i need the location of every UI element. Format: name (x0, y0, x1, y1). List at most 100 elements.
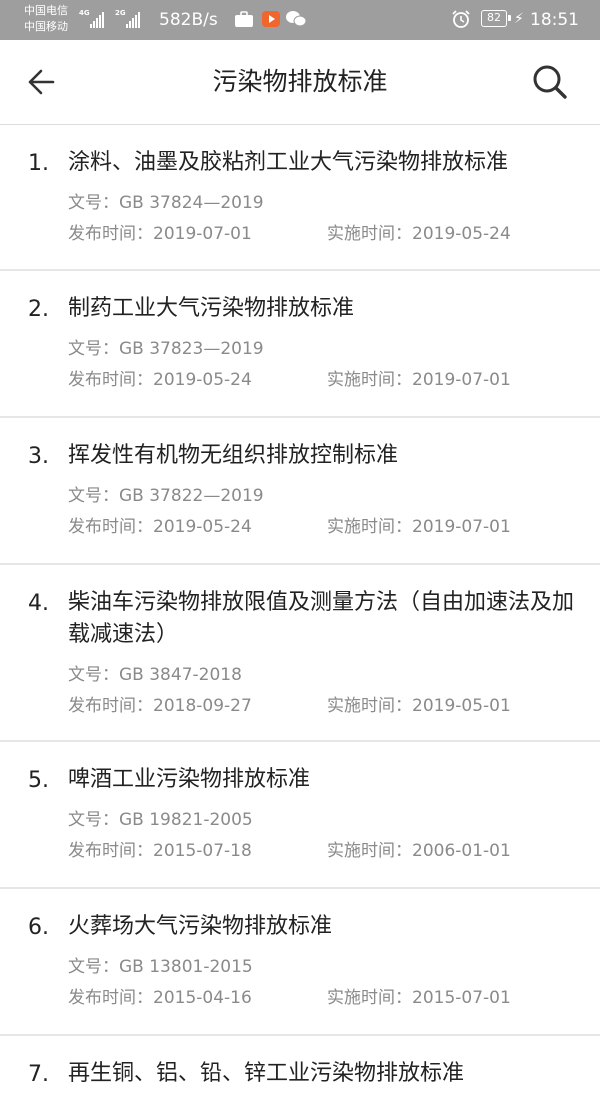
list-item[interactable]: 5. 啤酒工业污染物排放标准 文号：GB 19821-2005 发布时间：201… (0, 742, 600, 889)
item-number: 5. (28, 768, 49, 793)
implement-label: 实施时间： (327, 696, 412, 716)
standards-list: 1. 涂料、油墨及胶粘剂工业大气污染物排放标准 文号：GB 37824—2019… (0, 125, 600, 1096)
implement-label: 实施时间： (327, 988, 412, 1008)
implement-value: 2019-05-01 (412, 696, 511, 716)
item-title: 啤酒工业污染物排放标准 (68, 767, 311, 792)
video-app-icon (262, 11, 280, 27)
item-title: 挥发性有机物无组织排放控制标准 (68, 443, 399, 468)
item-title: 火葬场大气污染物排放标准 (68, 914, 333, 939)
item-title: 柴油车污染物排放限值及测量方法（自由加速法及加载减速法） (68, 590, 575, 647)
publish-date: 发布时间：2019-05-24 (68, 367, 252, 393)
implement-date: 实施时间：2019-07-01 (327, 514, 511, 540)
doc-no-label: 文号： (68, 665, 119, 685)
doc-no-label: 文号： (68, 957, 119, 977)
item-dates: 发布时间：2015-07-18 实施时间：2006-01-01 (68, 838, 600, 864)
network-type-2: 2G (115, 9, 126, 17)
carrier-names: 中国电信 中国移动 (24, 3, 68, 35)
item-dates: 发布时间：2019-07-01 实施时间：2019-05-24 (68, 221, 600, 247)
wechat-icon (286, 11, 307, 27)
signal-icon (90, 12, 104, 28)
publish-date: 发布时间：2019-07-01 (68, 221, 252, 247)
doc-no-value: GB 37823—2019 (119, 339, 264, 359)
implement-label: 实施时间： (327, 841, 412, 861)
doc-no-label: 文号： (68, 193, 119, 213)
publish-label: 发布时间： (68, 696, 153, 716)
implement-value: 2019-07-01 (412, 370, 511, 390)
doc-no-value: GB 19821-2005 (119, 810, 253, 830)
app-header: 污染物排放标准 (0, 40, 600, 125)
publish-date: 发布时间：2015-07-18 (68, 838, 252, 864)
implement-label: 实施时间： (327, 224, 412, 244)
item-title: 再生铜、铝、铅、锌工业污染物排放标准 (68, 1061, 465, 1086)
signal-icon (126, 12, 140, 28)
page-title: 污染物排放标准 (212, 67, 388, 96)
item-number: 7. (28, 1062, 49, 1087)
search-icon (533, 65, 567, 99)
item-doc-number: 文号：GB 13801-2015 (68, 954, 600, 980)
item-dates: 发布时间：2015-04-16 实施时间：2015-07-01 (68, 985, 600, 1011)
carrier-1: 中国电信 (24, 4, 68, 17)
publish-label: 发布时间： (68, 224, 153, 244)
doc-no-value: GB 13801-2015 (119, 957, 253, 977)
briefcase-icon (235, 11, 253, 27)
status-bar: 中国电信 中国移动 4G 2G 582B/s 82 ⚡ 18:51 (0, 0, 600, 40)
item-number: 4. (28, 591, 49, 616)
publish-label: 发布时间： (68, 988, 153, 1008)
item-doc-number: 文号：GB 37823—2019 (68, 336, 600, 362)
list-item[interactable]: 4. 柴油车污染物排放限值及测量方法（自由加速法及加载减速法） 文号：GB 38… (0, 565, 600, 742)
implement-value: 2015-07-01 (412, 988, 511, 1008)
publish-value: 2019-05-24 (153, 370, 252, 390)
doc-no-value: GB 3847-2018 (119, 665, 242, 685)
item-number: 3. (28, 444, 49, 469)
doc-no-label: 文号： (68, 339, 119, 359)
status-time: 18:51 (530, 10, 579, 30)
battery-icon: 82 (481, 10, 511, 27)
item-doc-number: 文号：GB 3847-2018 (68, 662, 600, 688)
publish-value: 2015-07-18 (153, 841, 252, 861)
list-item[interactable]: 2. 制药工业大气污染物排放标准 文号：GB 37823—2019 发布时间：2… (0, 271, 600, 418)
doc-no-label: 文号： (68, 486, 119, 506)
implement-date: 实施时间：2015-07-01 (327, 985, 511, 1011)
alarm-icon (452, 10, 470, 28)
item-title: 涂料、油墨及胶粘剂工业大气污染物排放标准 (68, 150, 509, 175)
implement-value: 2019-05-24 (412, 224, 511, 244)
item-number: 6. (28, 915, 49, 940)
implement-date: 实施时间：2019-05-01 (327, 693, 511, 719)
network-type-1: 4G (79, 9, 90, 17)
publish-value: 2019-05-24 (153, 517, 252, 537)
implement-date: 实施时间：2006-01-01 (327, 838, 511, 864)
list-item[interactable]: 7. 再生铜、铝、铅、锌工业污染物排放标准 (0, 1036, 600, 1096)
publish-label: 发布时间： (68, 370, 153, 390)
item-doc-number: 文号：GB 37824—2019 (68, 190, 600, 216)
publish-label: 发布时间： (68, 517, 153, 537)
network-speed: 582B/s (159, 10, 218, 30)
publish-value: 2018-09-27 (153, 696, 252, 716)
item-number: 2. (28, 297, 49, 322)
implement-value: 2006-01-01 (412, 841, 511, 861)
doc-no-value: GB 37824—2019 (119, 193, 264, 213)
item-dates: 发布时间：2019-05-24 实施时间：2019-07-01 (68, 367, 600, 393)
item-dates: 发布时间：2018-09-27 实施时间：2019-05-01 (68, 693, 600, 719)
list-item[interactable]: 1. 涂料、油墨及胶粘剂工业大气污染物排放标准 文号：GB 37824—2019… (0, 125, 600, 271)
implement-label: 实施时间： (327, 517, 412, 537)
implement-date: 实施时间：2019-07-01 (327, 367, 511, 393)
doc-no-value: GB 37822—2019 (119, 486, 264, 506)
item-title: 制药工业大气污染物排放标准 (68, 296, 355, 321)
charging-icon: ⚡ (514, 11, 524, 27)
doc-no-label: 文号： (68, 810, 119, 830)
publish-date: 发布时间：2018-09-27 (68, 693, 252, 719)
item-number: 1. (28, 151, 49, 176)
publish-date: 发布时间：2015-04-16 (68, 985, 252, 1011)
item-dates: 发布时间：2019-05-24 实施时间：2019-07-01 (68, 514, 600, 540)
item-doc-number: 文号：GB 37822—2019 (68, 483, 600, 509)
implement-value: 2019-07-01 (412, 517, 511, 537)
publish-value: 2015-04-16 (153, 988, 252, 1008)
publish-value: 2019-07-01 (153, 224, 252, 244)
carrier-2: 中国移动 (24, 20, 68, 33)
publish-date: 发布时间：2019-05-24 (68, 514, 252, 540)
list-item[interactable]: 6. 火葬场大气污染物排放标准 文号：GB 13801-2015 发布时间：20… (0, 889, 600, 1036)
search-button[interactable] (528, 60, 572, 104)
list-item[interactable]: 3. 挥发性有机物无组织排放控制标准 文号：GB 37822—2019 发布时间… (0, 418, 600, 565)
battery-level: 82 (487, 11, 501, 24)
publish-label: 发布时间： (68, 841, 153, 861)
